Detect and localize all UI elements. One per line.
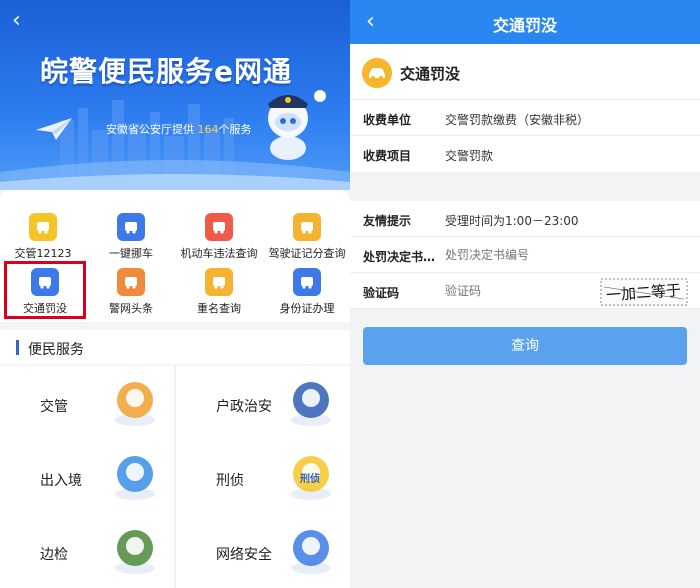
- notice-key: 友情提示: [363, 214, 412, 228]
- cyber-security-icon: [291, 530, 331, 574]
- header-title: 交通罚没: [400, 65, 461, 83]
- section-bar: [16, 340, 19, 355]
- id-card-icon: [293, 268, 321, 296]
- query-button[interactable]: 查询: [363, 327, 687, 365]
- row-key: 收费单位: [363, 113, 412, 127]
- subtitle-suffix: 个服务: [218, 123, 252, 136]
- police-robot-mascot: [268, 90, 326, 160]
- category-label: 户政治安: [216, 399, 272, 415]
- traffic-cars-icon: [115, 382, 155, 426]
- banner-subtitle: 安徽省公安厅提供 164个服务: [106, 121, 252, 137]
- license-points-icon: [293, 213, 321, 241]
- category-label: 网络安全: [216, 547, 272, 563]
- notice-row: 友情提示 受理时间为1:00－23:00: [350, 201, 700, 237]
- home-screen: ‹ 皖警便民服务e网通 安徽省公安厅提供 164个服务 交管12123 一键挪车机…: [0, 0, 350, 588]
- service-label: 警网头条: [109, 302, 153, 315]
- traffic-12123-icon: [29, 213, 57, 241]
- decision-number-row: 处罚决定书…: [350, 237, 700, 273]
- category-badge: 刑侦: [300, 474, 320, 485]
- grid-divider: [174, 514, 176, 588]
- category-card[interactable]: 边检: [0, 514, 174, 588]
- row-value: 交警罚款缴费（安徽非税）: [445, 113, 590, 127]
- captcha-row: 验证码 一加二等于: [350, 273, 700, 309]
- category-label: 出入境: [40, 473, 82, 489]
- service-item[interactable]: 重名查询: [176, 254, 262, 315]
- category-card[interactable]: 刑侦 刑侦: [176, 440, 350, 514]
- captcha-label: 验证码: [363, 286, 400, 300]
- subtitle-prefix: 安徽省公安厅提供: [106, 123, 194, 136]
- name-query-icon: [205, 268, 233, 296]
- decision-number-input[interactable]: [445, 248, 595, 262]
- category-card[interactable]: 出入境: [0, 440, 174, 514]
- car-icon: [362, 58, 392, 88]
- captcha-input[interactable]: [445, 284, 585, 298]
- category-label: 交管: [40, 399, 68, 415]
- category-label: 刑侦: [216, 473, 244, 489]
- border-guard-icon: [115, 530, 155, 574]
- service-count: 164: [197, 123, 219, 136]
- service-item[interactable]: 身份证办理: [264, 254, 350, 315]
- category-card[interactable]: 户政治安: [176, 366, 350, 440]
- service-item[interactable]: 驾驶证记分查询: [264, 199, 350, 260]
- notice-value: 受理时间为1:00－23:00: [445, 214, 579, 228]
- service-item[interactable]: 交管12123: [0, 199, 86, 260]
- paper-plane-icon: [36, 118, 72, 140]
- payment-header: 交通罚没: [350, 44, 700, 100]
- category-label: 边检: [40, 547, 68, 563]
- decision-number-label: 处罚决定书…: [363, 250, 436, 264]
- police-officer-icon: [291, 382, 331, 426]
- row-key: 收费项目: [363, 149, 412, 163]
- move-car-icon: [117, 213, 145, 241]
- category-card[interactable]: 交管: [0, 366, 174, 440]
- highlight-box: [4, 261, 86, 319]
- service-item[interactable]: 机动车违法查询: [176, 199, 262, 260]
- service-label: 重名查询: [197, 302, 241, 315]
- captcha-image[interactable]: 一加二等于: [600, 277, 688, 307]
- grid-divider: [174, 440, 176, 514]
- traffic-fine-screen: ‹ 交通罚没 交通罚没 收费单位 交警罚款缴费（安徽非税） 收费项目 交警罚款 …: [350, 0, 700, 588]
- service-item[interactable]: 一键挪车: [88, 199, 174, 260]
- grid-divider: [174, 366, 176, 440]
- airplane-icon: [115, 456, 155, 500]
- service-item[interactable]: 警网头条: [88, 254, 174, 315]
- section-header: 便民服务: [0, 330, 350, 364]
- service-label: 身份证办理: [279, 302, 335, 315]
- violation-query-icon: [205, 213, 233, 241]
- nav-title: 交通罚没: [492, 16, 557, 35]
- info-row: 收费项目 交警罚款: [350, 136, 700, 172]
- banner-title: 皖警便民服务e网通: [40, 55, 292, 88]
- section-title: 便民服务: [28, 342, 84, 358]
- nav-bar: ‹ 交通罚没: [350, 0, 700, 44]
- police-news-icon: [117, 268, 145, 296]
- banner: ‹ 皖警便民服务e网通 安徽省公安厅提供 164个服务: [0, 0, 350, 190]
- info-row: 收费单位 交警罚款缴费（安徽非税）: [350, 100, 700, 136]
- back-icon[interactable]: ‹: [12, 10, 21, 32]
- row-value: 交警罚款: [445, 149, 494, 163]
- category-card[interactable]: 网络安全: [176, 514, 350, 588]
